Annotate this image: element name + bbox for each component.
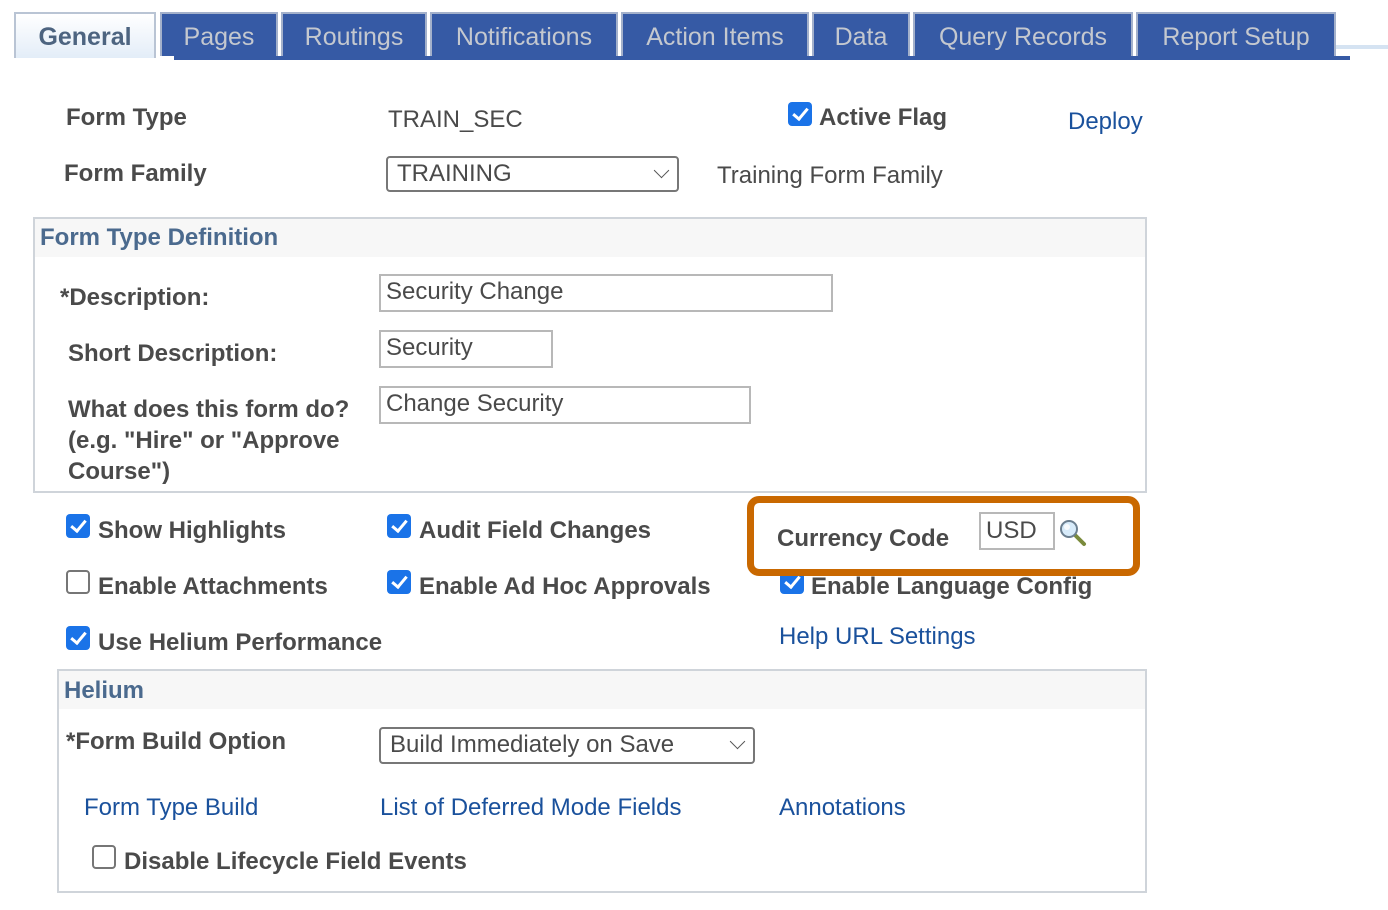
enable-attachments-label: Enable Attachments — [98, 573, 328, 600]
tab-pages[interactable]: Pages — [160, 12, 278, 56]
short-description-label: Short Description: — [68, 340, 278, 367]
enable-language-config-label: Enable Language Config — [811, 573, 1093, 600]
tab-routings[interactable]: Routings — [281, 12, 427, 56]
form-type-label: Form Type — [66, 104, 187, 131]
form-type-value: TRAIN_SEC — [388, 106, 523, 133]
use-helium-performance-label: Use Helium Performance — [98, 629, 383, 656]
form-build-option-label: *Form Build Option — [66, 728, 286, 755]
helium-section-header — [59, 671, 1145, 709]
use-helium-performance-checkbox[interactable] — [66, 626, 90, 650]
show-highlights-checkbox[interactable] — [66, 514, 90, 538]
help-url-settings-link[interactable]: Help URL Settings — [779, 623, 976, 651]
active-flag-checkbox[interactable] — [788, 102, 812, 126]
tab-action-items[interactable]: Action Items — [621, 12, 809, 56]
show-highlights-label: Show Highlights — [98, 517, 286, 544]
helium-section-title: Helium — [64, 677, 145, 704]
tab-report-setup[interactable]: Report Setup — [1136, 12, 1336, 56]
annotations-link[interactable]: Annotations — [779, 794, 906, 822]
deploy-link[interactable]: Deploy — [1068, 108, 1143, 136]
currency-code-input[interactable]: USD — [979, 512, 1055, 550]
active-flag-label: Active Flag — [819, 104, 948, 131]
form-family-description: Training Form Family — [717, 162, 943, 189]
form-build-option-selected: Build Immediately on Save — [390, 731, 675, 758]
disable-lifecycle-checkbox[interactable] — [92, 845, 116, 869]
what-does-form-do-hint-cont: Course") — [68, 458, 171, 485]
tab-underline-end — [1336, 45, 1388, 49]
tab-query-records[interactable]: Query Records — [913, 12, 1133, 56]
section-title: Form Type Definition — [40, 224, 279, 251]
form-family-select[interactable]: TRAINING — [386, 156, 679, 192]
short-description-input[interactable]: Security — [379, 330, 553, 368]
disable-lifecycle-label: Disable Lifecycle Field Events — [124, 848, 467, 875]
description-label: *Description: — [60, 284, 210, 311]
audit-field-changes-label: Audit Field Changes — [419, 517, 652, 544]
what-does-form-do-label: What does this form do? — [68, 396, 350, 423]
enable-ad-hoc-approvals-label: Enable Ad Hoc Approvals — [419, 573, 711, 600]
currency-code-label: Currency Code — [777, 525, 950, 552]
what-does-form-do-input[interactable]: Change Security — [379, 386, 751, 424]
deferred-mode-fields-link[interactable]: List of Deferred Mode Fields — [380, 794, 681, 822]
tab-notifications[interactable]: Notifications — [430, 12, 618, 56]
form-family-selected: TRAINING — [397, 160, 512, 187]
enable-ad-hoc-approvals-checkbox[interactable] — [387, 570, 411, 594]
tab-data[interactable]: Data — [812, 12, 910, 56]
chevron-down-icon — [653, 162, 670, 179]
what-does-form-do-hint: (e.g. "Hire" or "Approve — [68, 427, 340, 454]
form-build-option-select[interactable]: Build Immediately on Save — [379, 727, 755, 764]
description-input[interactable]: Security Change — [379, 274, 833, 312]
audit-field-changes-checkbox[interactable] — [387, 514, 411, 538]
lookup-magnifier-icon[interactable] — [1058, 518, 1088, 548]
tab-bar: General Pages Routings Notifications Act… — [14, 12, 1388, 60]
enable-attachments-checkbox[interactable] — [66, 570, 90, 594]
form-type-build-link[interactable]: Form Type Build — [84, 794, 258, 822]
tab-general[interactable]: General — [14, 12, 156, 58]
form-family-label: Form Family — [64, 160, 207, 187]
chevron-down-icon — [729, 733, 746, 750]
